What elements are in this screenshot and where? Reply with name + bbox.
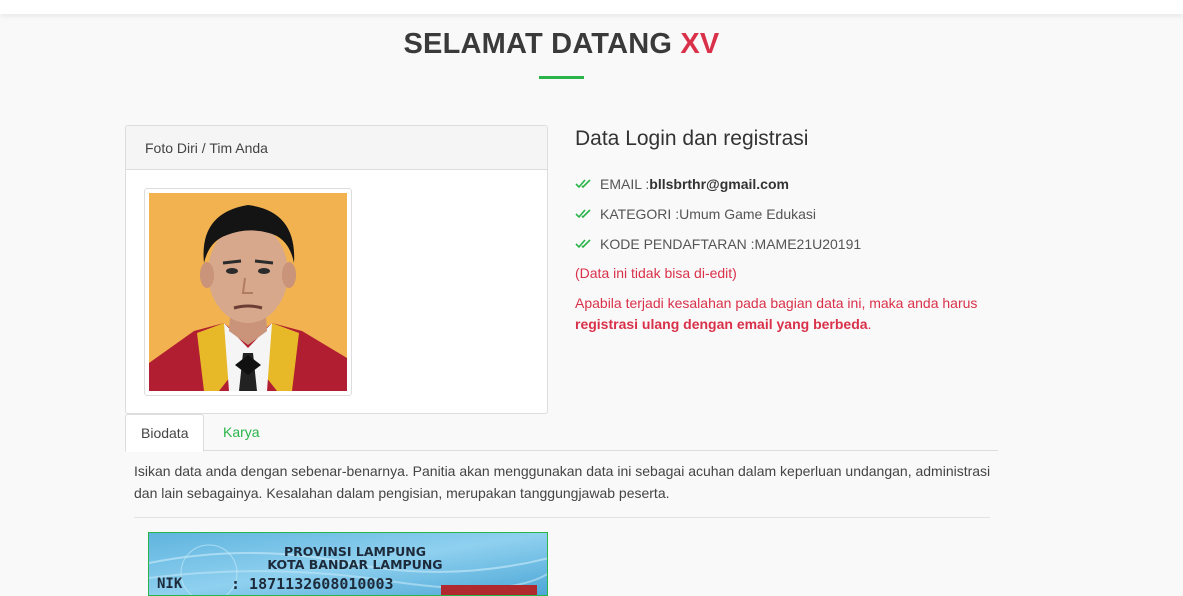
photo-panel: Foto Diri / Tim Anda bbox=[125, 125, 548, 414]
tab-bar: Biodata Karya bbox=[125, 414, 998, 452]
reregister-warning: Apabila terjadi kesalahan pada bagian da… bbox=[575, 293, 995, 335]
info-label: KODE PENDAFTARAN : bbox=[600, 236, 755, 252]
page-title: SELAMAT DATANG XV bbox=[0, 28, 1123, 61]
title-underline bbox=[539, 76, 584, 79]
page-title-accent: XV bbox=[680, 28, 720, 60]
warning-suffix: . bbox=[867, 316, 872, 332]
double-check-icon bbox=[575, 179, 591, 189]
info-value: MAME21U20191 bbox=[754, 236, 862, 252]
info-item-kategori: KATEGORI : Umum Game Edukasi bbox=[575, 199, 861, 229]
id-card-image: PROVINSI LAMPUNG KOTA BANDAR LAMPUNG NIK… bbox=[148, 532, 548, 596]
info-label: KATEGORI : bbox=[600, 206, 680, 222]
photo-panel-heading: Foto Diri / Tim Anda bbox=[126, 126, 547, 170]
login-info-title: Data Login dan registrasi bbox=[575, 127, 809, 150]
tab-karya[interactable]: Karya bbox=[208, 414, 275, 451]
page-title-main: SELAMAT DATANG bbox=[403, 28, 673, 60]
readonly-note: (Data ini tidak bisa di-edit) bbox=[575, 265, 737, 281]
login-info-list: EMAIL : bllsbrthr@gmail.com KATEGORI : U… bbox=[575, 169, 861, 259]
top-navbar bbox=[0, 0, 1183, 14]
warning-prefix: Apabila terjadi kesalahan pada bagian da… bbox=[575, 295, 978, 311]
double-check-icon bbox=[575, 209, 591, 219]
profile-photo bbox=[144, 188, 352, 396]
id-card-city: KOTA BANDAR LAMPUNG bbox=[267, 557, 442, 572]
info-item-email: EMAIL : bllsbrthr@gmail.com bbox=[575, 169, 861, 199]
tab-biodata[interactable]: Biodata bbox=[125, 414, 205, 452]
double-check-icon bbox=[575, 239, 591, 249]
info-value: Umum Game Edukasi bbox=[679, 206, 817, 222]
info-value: bllsbrthr@gmail.com bbox=[649, 176, 789, 192]
biodata-description: Isikan data anda dengan sebenar-benarnya… bbox=[134, 463, 991, 501]
info-item-kode: KODE PENDAFTARAN : MAME21U20191 bbox=[575, 229, 861, 259]
id-card-nik-label: NIK bbox=[157, 576, 183, 592]
divider bbox=[134, 517, 990, 518]
id-card-nik-value: : 1871132608010003 bbox=[231, 575, 394, 593]
info-label: EMAIL : bbox=[600, 176, 650, 192]
warning-bold: registrasi ulang dengan email yang berbe… bbox=[575, 316, 868, 332]
